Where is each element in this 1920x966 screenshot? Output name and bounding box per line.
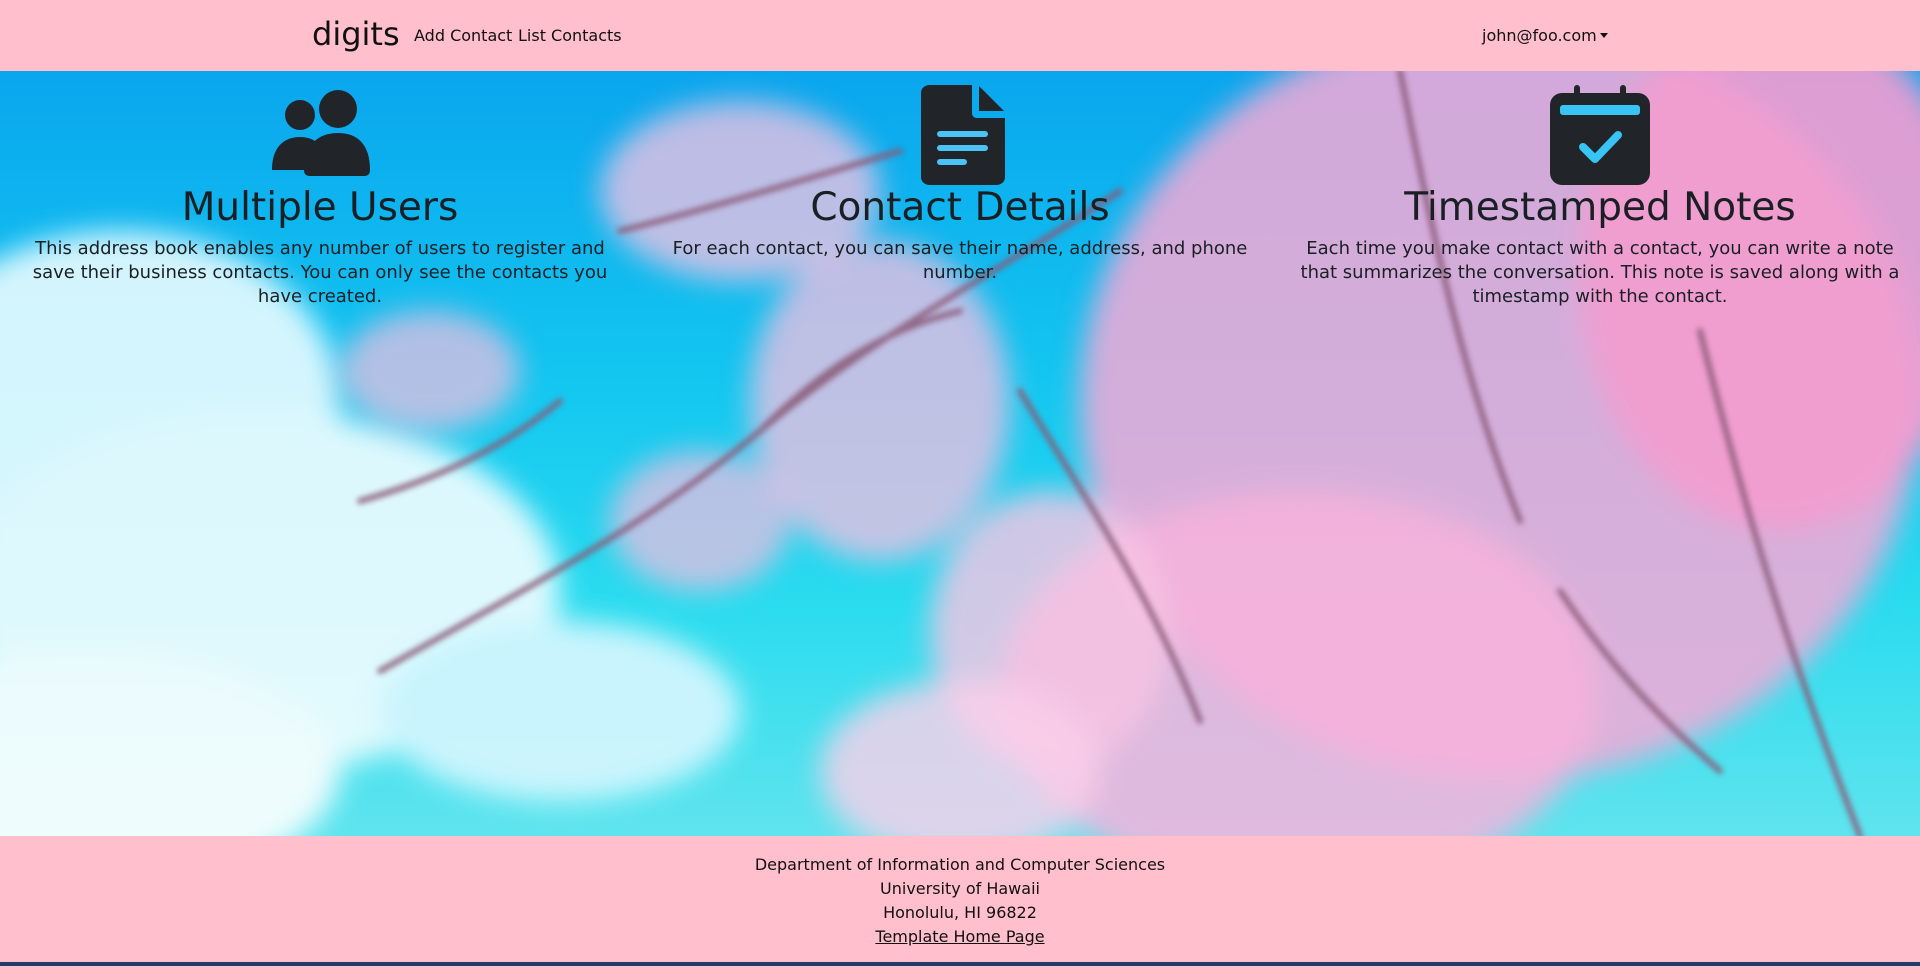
brand-link[interactable]: digits: [312, 14, 400, 54]
user-email: john@foo.com: [1482, 26, 1597, 45]
caret-down-icon: [1599, 33, 1608, 38]
feature-title: Timestamped Notes: [1404, 185, 1796, 230]
footer-university: University of Hawaii: [880, 879, 1040, 898]
feature-description: For each contact, you can save their nam…: [672, 238, 1248, 283]
feature-title: Contact Details: [810, 185, 1110, 230]
users-icon: [272, 90, 370, 176]
nav-list-contacts[interactable]: List Contacts: [518, 24, 622, 48]
navbar: digits Add Contact List Contacts john@fo…: [0, 0, 1920, 71]
calendar-check-icon: [1550, 85, 1650, 185]
template-home-page-link[interactable]: Template Home Page: [875, 927, 1044, 946]
user-dropdown[interactable]: john@foo.com: [1482, 24, 1608, 48]
nav-add-contact[interactable]: Add Contact: [414, 24, 512, 48]
footer-address: Honolulu, HI 96822: [883, 903, 1037, 922]
feature-description: Each time you make contact with a contac…: [1300, 238, 1900, 307]
feature-description: This address book enables any number of …: [32, 238, 608, 307]
feature-contact-details: Contact Details For each contact, you ca…: [655, 71, 1265, 285]
feature-timestamped-notes: Timestamped Notes Each time you make con…: [1295, 71, 1905, 309]
file-text-icon: [921, 85, 1005, 185]
footer-department: Department of Information and Computer S…: [754, 855, 1166, 874]
feature-multiple-users: Multiple Users This address book enables…: [15, 71, 625, 309]
landing-hero: Multiple Users This address book enables…: [0, 71, 1920, 836]
feature-title: Multiple Users: [181, 185, 459, 230]
bottom-strip: [0, 962, 1920, 966]
footer: Department of Information and Computer S…: [0, 836, 1920, 962]
